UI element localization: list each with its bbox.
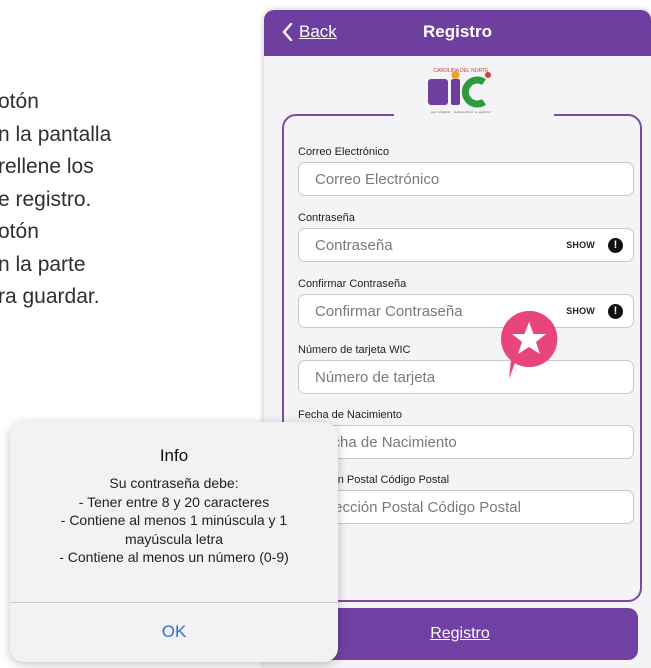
ok-button[interactable]: OK — [10, 602, 338, 662]
navigation-bar: Back Registro — [264, 10, 651, 56]
postal-address-field[interactable]: Dirección Postal Código Postal — [298, 490, 634, 524]
dialog-message: Su contraseña debe: - Tener entre 8 y 20… — [10, 474, 338, 567]
logo-top-text: CAROLINA DEL NORTE — [433, 68, 489, 74]
dialog-message-line: mayúscula letra — [124, 530, 224, 547]
wic-card-placeholder: Número de tarjeta — [315, 369, 436, 386]
instruction-line: e registro. — [0, 187, 92, 211]
dialog-title: Info — [159, 446, 189, 465]
birthdate-field[interactable]: Fecha de Nacimiento — [298, 425, 634, 459]
info-dialog: Info Su contraseña debe: - Tener entre 8… — [10, 422, 338, 662]
instruction-text: otón n la pantalla rellene los e registr… — [0, 86, 248, 314]
page-title: Registro — [423, 22, 492, 41]
dialog-message-line: - Contiene al menos 1 minúscula y 1 — [60, 512, 288, 528]
instruction-line: n la parte — [0, 252, 86, 276]
info-icon[interactable]: ! — [608, 238, 623, 253]
email-label: Correo Electrónico — [298, 146, 390, 158]
dialog-message-line: - Tener entre 8 y 20 caracteres — [78, 493, 270, 510]
password-placeholder: Contraseña — [315, 237, 393, 254]
birthdate-label: Fecha de Nacimiento — [298, 409, 402, 421]
confirm-password-field[interactable]: Confirmar Contraseña SHOW ! — [298, 294, 634, 328]
confirm-password-label: Confirmar Contraseña — [298, 278, 407, 290]
wic-card-label: Número de tarjeta WIC — [298, 344, 411, 356]
show-password-toggle[interactable]: SHOW — [566, 240, 595, 250]
postal-address-placeholder: Dirección Postal Código Postal — [315, 499, 521, 516]
dialog-message-line: - Contiene al menos un número (0-9) — [59, 549, 289, 565]
star-marker-icon — [501, 310, 558, 379]
instruction-line: ra guardar. — [0, 285, 100, 308]
confirm-password-placeholder: Confirmar Contraseña — [315, 303, 463, 320]
email-placeholder: Correo Electrónico — [315, 171, 440, 188]
instruction-line: otón — [0, 220, 39, 243]
instruction-line: n la pantalla — [0, 122, 112, 146]
show-confirm-password-toggle[interactable]: SHOW — [566, 306, 595, 316]
email-field[interactable]: Correo Electrónico — [298, 162, 634, 196]
info-icon[interactable]: ! — [608, 304, 623, 319]
instruction-line: rellene los — [0, 155, 94, 178]
password-label: Contraseña — [298, 212, 355, 224]
password-field[interactable]: Contraseña SHOW ! — [298, 228, 634, 262]
instruction-line: otón — [0, 90, 39, 113]
dialog-message-line: Su contraseña debe: — [109, 475, 239, 491]
wic-card-number-field[interactable]: Número de tarjeta — [298, 360, 634, 394]
